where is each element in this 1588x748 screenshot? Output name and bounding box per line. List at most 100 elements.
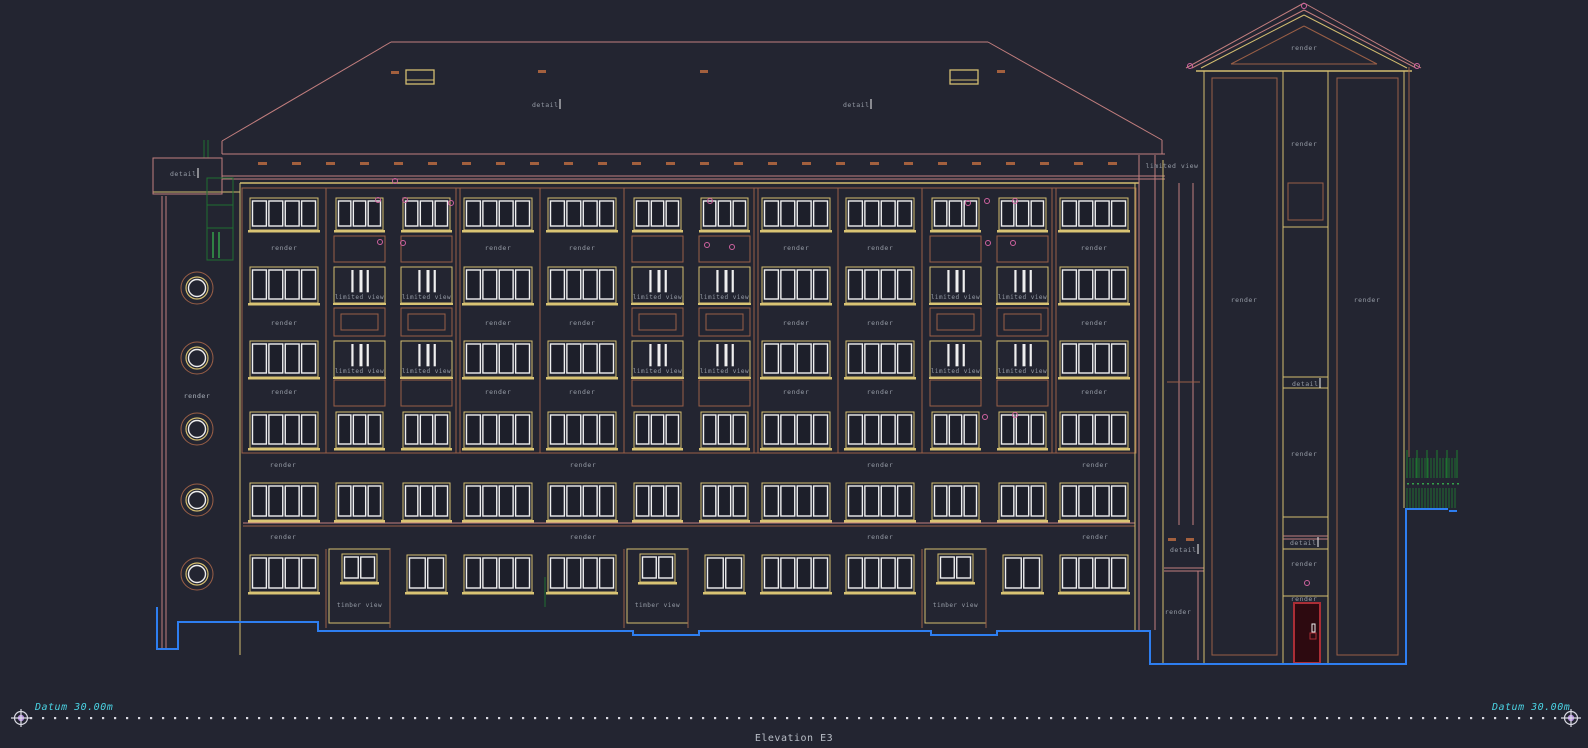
- window-pane: [406, 415, 418, 444]
- datum-dot: [990, 717, 992, 719]
- window-sill: [1058, 592, 1130, 595]
- roof-dash: [391, 71, 399, 74]
- datum-dot: [1542, 717, 1544, 719]
- datum-dot: [282, 717, 284, 719]
- window-pane: [1016, 415, 1028, 444]
- datum-dot: [66, 717, 68, 719]
- datum-dot: [54, 717, 56, 719]
- label-limited-view: limited view: [335, 368, 384, 375]
- label-render: render: [1291, 44, 1317, 52]
- slit-glazing-bar: [658, 270, 661, 292]
- window-sill: [997, 520, 1048, 523]
- door-swing-marker: [986, 241, 991, 246]
- door-swing-marker: [983, 415, 988, 420]
- window-sill: [930, 448, 981, 451]
- window-sill: [462, 303, 534, 306]
- window-pane: [467, 486, 481, 516]
- window-sill: [1058, 448, 1130, 451]
- window-pane: [797, 558, 811, 588]
- window-sill: [400, 377, 453, 379]
- window-pane: [368, 201, 380, 226]
- datum-dot: [1038, 717, 1040, 719]
- label-render: render: [569, 388, 595, 396]
- datum-dot: [1026, 717, 1028, 719]
- window-pane: [483, 486, 497, 516]
- window-sill: [760, 592, 832, 595]
- label-limited-view: limited view: [633, 368, 682, 375]
- window-pane: [516, 270, 530, 299]
- window-pane: [708, 558, 724, 588]
- datum-dot: [726, 717, 728, 719]
- window-pane: [410, 558, 426, 588]
- datum-dot: [1362, 717, 1364, 719]
- window-pane: [499, 486, 513, 516]
- window-pane: [718, 415, 730, 444]
- label-render: render: [271, 388, 297, 396]
- window-sill: [997, 230, 1048, 233]
- datum-dot: [558, 717, 560, 719]
- datum-dot: [738, 717, 740, 719]
- door-swing-marker: [1305, 581, 1310, 586]
- window-sill: [632, 520, 683, 523]
- window-pane: [781, 486, 795, 516]
- label-timber-view: timber view: [337, 602, 382, 609]
- slit-glazing-bar: [956, 344, 959, 366]
- window-sill: [632, 230, 683, 233]
- label-render: render: [1082, 533, 1108, 541]
- datum-dot: [1158, 717, 1160, 719]
- window-pane: [1079, 201, 1093, 226]
- datum-dot: [234, 717, 236, 719]
- window-pane: [583, 270, 597, 299]
- hedge-dot: [1447, 483, 1449, 485]
- window-sill: [334, 230, 385, 233]
- cad-viewport[interactable]: limited viewlimited viewlimited viewlimi…: [0, 0, 1588, 748]
- window-pane: [666, 415, 678, 444]
- window-sill: [844, 377, 916, 380]
- window-pane: [1006, 558, 1022, 588]
- window-pane: [302, 270, 316, 299]
- datum-dot: [138, 717, 140, 719]
- window-pane: [269, 270, 283, 299]
- window-pane: [637, 415, 649, 444]
- spandrel-panel: [997, 236, 1048, 262]
- slit-glazing-bar: [367, 344, 369, 366]
- window-sill: [546, 377, 618, 380]
- window-pane: [935, 486, 947, 516]
- window-pane: [253, 201, 267, 226]
- window-sill: [333, 303, 386, 305]
- window-sill: [462, 230, 534, 233]
- datum-dot: [1062, 717, 1064, 719]
- window-pane: [269, 415, 283, 444]
- window-pane: [1095, 270, 1109, 299]
- datum-dot: [1050, 717, 1052, 719]
- spandrel-panel: [930, 308, 981, 336]
- window-pane: [849, 486, 863, 516]
- window-pane: [964, 415, 976, 444]
- window-pane: [551, 486, 565, 516]
- line: [222, 42, 391, 141]
- window-pane: [467, 415, 481, 444]
- bay-frame: [922, 188, 1056, 453]
- label-render: render: [1081, 319, 1107, 327]
- window-pane: [765, 344, 779, 373]
- window-pane: [881, 415, 895, 444]
- label-detail: detail: [532, 101, 558, 109]
- datum-dot: [750, 717, 752, 719]
- datum-dot: [1230, 717, 1232, 719]
- window-pane: [651, 201, 663, 226]
- label-limited-view: limited view: [1146, 162, 1199, 170]
- label-render: render: [184, 392, 210, 400]
- datum-dot: [198, 717, 200, 719]
- rect: [406, 70, 434, 84]
- window-pane: [726, 558, 742, 588]
- spandrel-panel-inner: [408, 314, 445, 330]
- datum-dot: [762, 717, 764, 719]
- label-timber-view: timber view: [933, 602, 978, 609]
- datum-dot: [1410, 717, 1412, 719]
- window-pane: [353, 201, 365, 226]
- label-detail: detail: [843, 101, 869, 109]
- label-render: render: [1081, 244, 1107, 252]
- hedge-dot: [1422, 483, 1424, 485]
- elevation-drawing[interactable]: limited viewlimited viewlimited viewlimi…: [0, 0, 1588, 748]
- window-pane: [600, 270, 614, 299]
